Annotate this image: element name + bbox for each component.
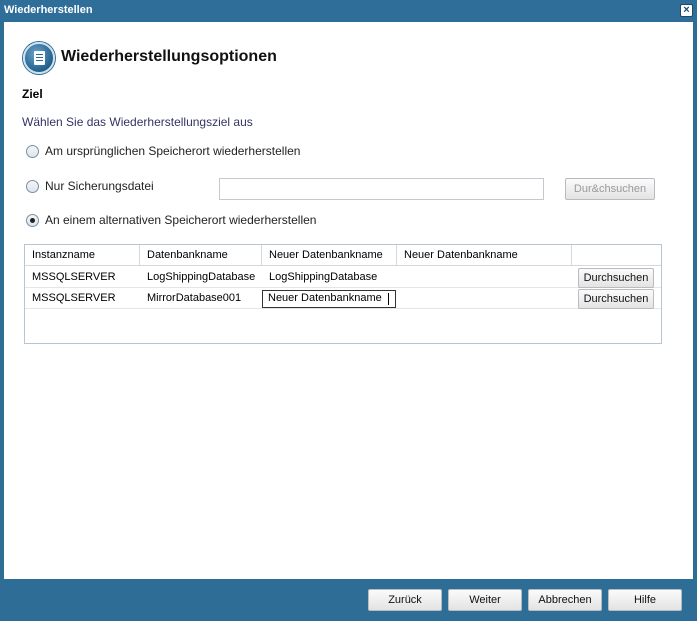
section-subtitle: Wählen Sie das Wiederherstellungsziel au… <box>22 115 253 129</box>
cell-new-name[interactable]: LogShippingDatabase <box>262 267 397 288</box>
help-button[interactable]: Hilfe <box>608 589 682 611</box>
radio-backup-label: Nur Sicherungsdatei <box>45 179 154 193</box>
window-title-bar: Wiederherstellen × <box>0 0 697 21</box>
column-header-database[interactable]: Datenbankname <box>140 245 262 266</box>
row-browse-button[interactable]: Durchsuchen <box>578 289 654 309</box>
radio-button-icon[interactable] <box>26 144 39 158</box>
back-button[interactable]: Zurück <box>368 589 442 611</box>
column-header-new-name-2[interactable]: Neuer Datenbankname <box>397 245 572 266</box>
radio-alternate-location[interactable]: An einem alternativen Speicherort wieder… <box>26 213 316 227</box>
section-title: Ziel <box>22 87 43 101</box>
cell-instance: MSSQLSERVER <box>32 271 116 283</box>
backup-browse-button[interactable]: Dur&chsuchen <box>565 178 655 200</box>
row-browse-button[interactable]: Durchsuchen <box>578 268 654 288</box>
table-header: Instanzname Datenbankname Neuer Datenban… <box>25 245 661 266</box>
column-header-instance[interactable]: Instanzname <box>25 245 140 266</box>
close-icon[interactable]: × <box>680 4 693 17</box>
column-header-new-name[interactable]: Neuer Datenbankname <box>262 245 397 266</box>
new-database-name-input[interactable]: Neuer Datenbankname <box>262 290 396 308</box>
database-table: Instanzname Datenbankname Neuer Datenban… <box>24 244 662 344</box>
cell-database: MirrorDatabase001 <box>147 292 242 304</box>
radio-backup-only[interactable]: Nur Sicherungsdatei <box>26 179 154 193</box>
radio-alternate-label: An einem alternativen Speicherort wieder… <box>45 213 317 227</box>
backup-file-path-input[interactable] <box>219 178 544 200</box>
table-row: MSSQLSERVER LogShippingDatabase LogShipp… <box>25 267 661 288</box>
column-header-action <box>572 245 661 266</box>
radio-button-icon[interactable] <box>26 179 39 193</box>
next-button[interactable]: Weiter <box>448 589 522 611</box>
radio-original-location[interactable]: Am ursprünglichen Speicherort wiederhers… <box>26 144 300 158</box>
cancel-button[interactable]: Abbrechen <box>528 589 602 611</box>
dialog-content: Wiederherstellungsoptionen Ziel Wählen S… <box>4 22 693 579</box>
page-title: Wiederherstellungsoptionen <box>61 48 277 65</box>
cell-database: LogShippingDatabase <box>147 271 256 283</box>
cell-instance: MSSQLSERVER <box>32 292 116 304</box>
radio-original-label: Am ursprünglichen Speicherort wiederhers… <box>45 144 301 158</box>
table-row: MSSQLSERVER MirrorDatabase001 Neuer Date… <box>25 288 661 309</box>
document-list-icon <box>23 42 55 74</box>
window-title: Wiederherstellen <box>4 4 93 16</box>
radio-button-checked-icon[interactable] <box>26 213 39 227</box>
